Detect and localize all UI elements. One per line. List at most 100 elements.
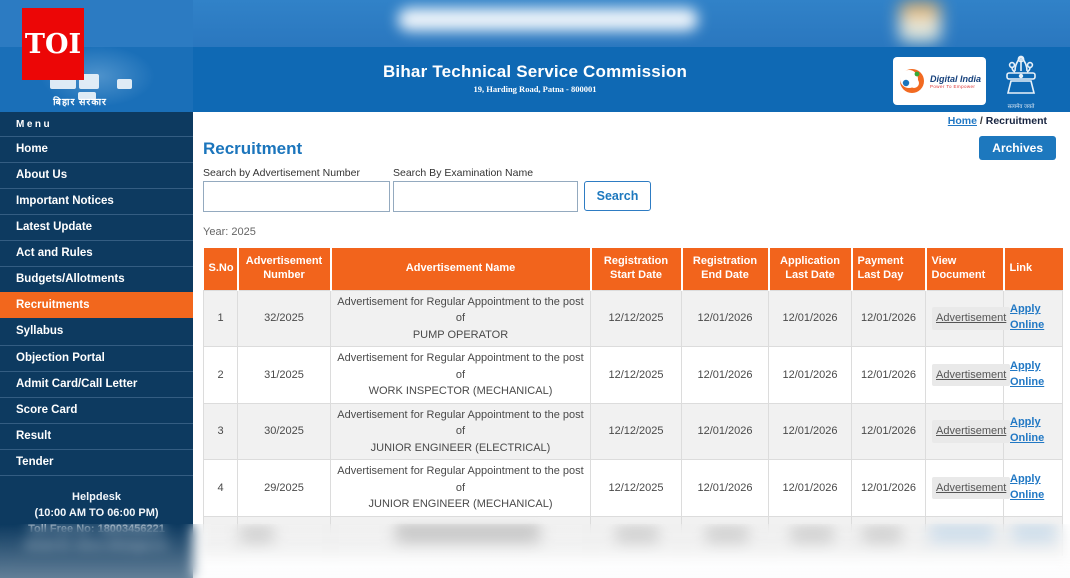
year-label: Year: 2025 — [203, 226, 256, 238]
sidebar-item-act-and-rules[interactable]: Act and Rules — [0, 240, 193, 266]
advertisement-name-line1: Advertisement for Regular Appointment to… — [337, 408, 584, 438]
apply-online-link[interactable]: Apply Online — [1010, 415, 1052, 447]
cell-payment-last: 12/01/2026 — [851, 346, 926, 404]
apply-online-link[interactable]: Apply Online — [1010, 472, 1052, 504]
cell-view-document: Advertisement — [925, 402, 1011, 460]
helpdesk-title: Helpdesk — [72, 490, 121, 503]
table-row: 4 29/2025 Advertisement for Regular Appo… — [203, 459, 1063, 517]
cell-sno: 4 — [203, 459, 238, 517]
helpdesk-hours: (10:00 AM TO 06:00 PM) — [34, 506, 159, 519]
sidebar-item-tender[interactable]: Tender — [0, 448, 193, 475]
sidebar-nav: Menu Home About Us Important Notices Latest… — [0, 112, 193, 578]
ashoka-emblem-icon — [1006, 55, 1036, 94]
col-payment-last: Payment Last Day — [851, 248, 927, 290]
advertisement-document-link[interactable]: Advertisement — [932, 420, 1011, 443]
toi-watermark-logo: TOI — [22, 8, 84, 80]
cell-registration-end: 12/01/2026 — [681, 346, 769, 404]
col-registration-end: Registration End Date — [681, 248, 770, 290]
apply-online-link[interactable]: Apply Online — [1010, 359, 1052, 391]
cell-registration-end: 12/01/2026 — [681, 459, 769, 517]
sidebar-item-home[interactable]: Home — [0, 136, 193, 162]
sidebar-item-budgets-allotments[interactable]: Budgets/Allotments — [0, 266, 193, 292]
digital-india-title: Digital India — [930, 73, 982, 84]
col-advertisement-number: Advertisement Number — [237, 248, 332, 290]
table-row: 1 32/2025 Advertisement for Regular Appo… — [203, 289, 1063, 347]
cell-advertisement-name: Advertisement for Regular Appointment to… — [330, 402, 591, 460]
advertisement-document-link[interactable]: Advertisement — [932, 307, 1011, 330]
col-application-last: Application Last Date — [768, 248, 853, 290]
advertisement-name-line2: JUNIOR ENGINEER (MECHANICAL) — [368, 498, 553, 510]
recruitment-table: S.No Advertisement Number Advertisement … — [203, 248, 1063, 556]
menu-divider — [0, 474, 193, 476]
advertisement-name-line1: Advertisement for Regular Appointment to… — [337, 465, 584, 494]
satyameva-jayate-caption: सत्यमेव जयते — [1007, 104, 1035, 110]
advertisement-name-line1: Advertisement for Regular Appointment to… — [337, 352, 584, 381]
col-view-document: View Document — [925, 248, 1005, 290]
sidebar-item-objection-portal[interactable]: Objection Portal — [0, 344, 193, 371]
recruitment-table-wrap: S.No Advertisement Number Advertisement … — [203, 248, 1063, 556]
cell-view-document: Advertisement — [925, 289, 1011, 347]
blurred-marquee-text — [398, 8, 698, 31]
menu-item-list: Home About Us Important Notices Latest Upda… — [0, 136, 193, 475]
sidebar-item-result[interactable]: Result — [0, 422, 193, 449]
blurred-top-right-logo — [899, 2, 941, 42]
cell-advertisement-name: Advertisement for Regular Appointment to… — [330, 346, 591, 404]
search-exam-name-label: Search By Examination Name — [393, 167, 534, 179]
cell-registration-end: 12/01/2026 — [681, 402, 769, 460]
cell-view-document: Advertisement — [925, 459, 1011, 517]
sidebar-item-recruitments[interactable]: Recruitments — [0, 292, 193, 319]
breadcrumb-separator: / — [979, 115, 983, 127]
digital-india-text: Digital India Power To Empower — [930, 74, 981, 89]
sidebar-item-about-us[interactable]: About Us — [0, 162, 193, 188]
bihar-emblem-fragment — [117, 79, 132, 89]
cell-advertisement-number: 30/2025 — [237, 402, 331, 460]
search-adv-number-input[interactable] — [203, 181, 390, 212]
cell-sno: 1 — [203, 289, 238, 347]
apply-online-link[interactable]: Apply Online — [1010, 302, 1052, 334]
sidebar-item-latest-update[interactable]: Latest Update — [0, 214, 193, 240]
search-adv-number-label: Search by Advertisement Number — [203, 167, 360, 179]
cell-application-last: 12/01/2026 — [768, 402, 852, 460]
cell-advertisement-name: Advertisement for Regular Appointment to… — [330, 289, 591, 347]
breadcrumb-current: Recruitment — [985, 115, 1047, 127]
col-sno: S.No — [203, 248, 239, 290]
cell-registration-start: 12/12/2025 — [590, 346, 682, 404]
cell-link: Apply Online — [1003, 289, 1063, 347]
breadcrumb: Home / Recruitment — [948, 115, 1047, 127]
toi-text: TOI — [24, 28, 82, 60]
breadcrumb-home-link[interactable]: Home — [948, 115, 977, 127]
digital-india-tagline: Power To Empower — [930, 83, 976, 89]
table-row: 3 30/2025 Advertisement for Regular Appo… — [203, 402, 1063, 460]
digital-india-swirl-icon — [900, 69, 924, 93]
bottom-blur-overlay — [0, 524, 1070, 578]
national-emblem: सत्यमेव जयते — [997, 53, 1045, 110]
digital-india-logo: Digital India Power To Empower — [893, 57, 986, 105]
cell-application-last: 12/01/2026 — [768, 289, 852, 347]
cell-link: Apply Online — [1003, 346, 1063, 404]
advertisement-document-link[interactable]: Advertisement — [932, 363, 1011, 386]
advertisement-document-link[interactable]: Advertisement — [932, 476, 1011, 499]
cell-registration-start: 12/12/2025 — [590, 459, 682, 517]
cell-link: Apply Online — [1003, 402, 1063, 460]
col-link: Link — [1003, 248, 1063, 290]
cell-advertisement-name: Advertisement for Regular Appointment to… — [330, 459, 591, 517]
sidebar-item-important-notices[interactable]: Important Notices — [0, 188, 193, 214]
cell-registration-start: 12/12/2025 — [590, 402, 682, 460]
browser-viewport: Bihar Technical Service Commission 19, H… — [0, 0, 1070, 578]
cell-advertisement-number: 31/2025 — [237, 346, 331, 404]
cell-view-document: Advertisement — [925, 346, 1011, 404]
archives-button[interactable]: Archives — [979, 136, 1056, 160]
page-title: Recruitment — [203, 139, 303, 158]
cell-sno: 3 — [203, 402, 238, 460]
sidebar-item-syllabus[interactable]: Syllabus — [0, 318, 193, 344]
cell-sno: 2 — [203, 346, 238, 404]
advertisement-name-line2: JUNIOR ENGINEER (ELECTRICAL) — [370, 441, 551, 454]
search-exam-name-input[interactable] — [393, 181, 578, 212]
sidebar-item-score-card[interactable]: Score Card — [0, 396, 193, 423]
menu-heading: Menu — [16, 119, 53, 130]
search-button[interactable]: Search — [584, 181, 651, 211]
cell-payment-last: 12/01/2026 — [851, 459, 926, 517]
sidebar-item-admit-card-call-letter[interactable]: Admit Card/Call Letter — [0, 370, 193, 397]
cell-payment-last: 12/01/2026 — [851, 402, 926, 460]
cell-link: Apply Online — [1003, 459, 1063, 517]
